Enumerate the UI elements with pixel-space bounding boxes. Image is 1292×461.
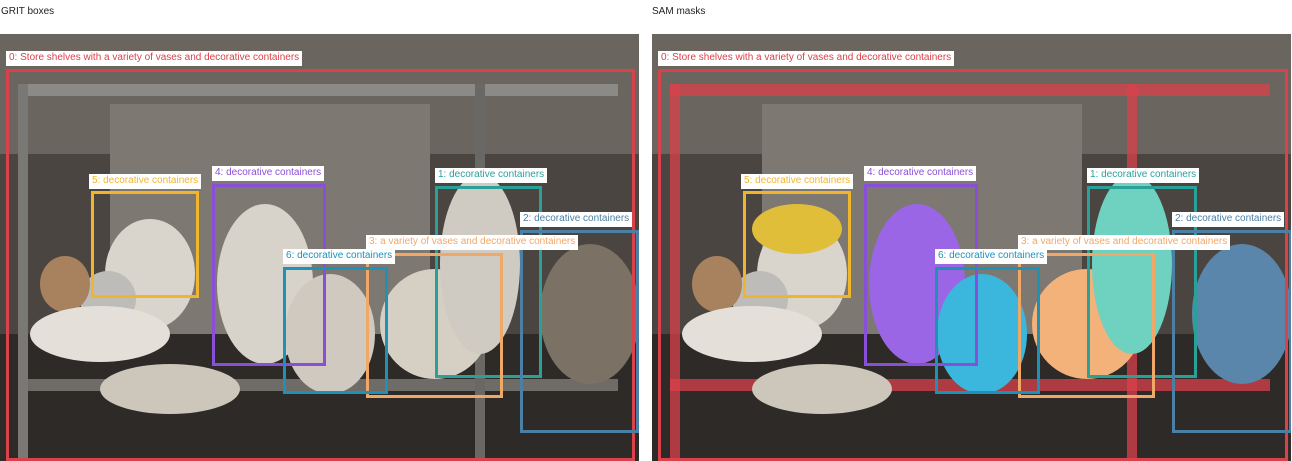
sam-label-6: 6: decorative containers (935, 249, 1048, 264)
grit-box-6 (283, 267, 388, 394)
grit-panel: 0: Store shelves with a variety of vases… (0, 34, 639, 461)
grit-label-0: 0: Store shelves with a variety of vases… (6, 51, 303, 66)
sam-panel: 0: Store shelves with a variety of vases… (652, 34, 1291, 461)
sam-label-1: 1: decorative containers (1087, 168, 1200, 183)
sam-box-2 (1172, 230, 1291, 433)
sam-label-5: 5: decorative containers (741, 174, 854, 189)
grit-label-4: 4: decorative containers (212, 166, 325, 181)
sam-box-6 (935, 267, 1040, 394)
panel-title-sam: SAM masks (652, 6, 706, 17)
sam-label-3: 3: a variety of vases and decorative con… (1018, 235, 1231, 250)
sam-label-0: 0: Store shelves with a variety of vases… (658, 51, 955, 66)
sam-box-5 (743, 191, 851, 298)
sam-label-4: 4: decorative containers (864, 166, 977, 181)
grit-box-2 (520, 230, 639, 433)
grit-label-1: 1: decorative containers (435, 168, 548, 183)
grit-box-5 (91, 191, 199, 298)
sam-label-2: 2: decorative containers (1172, 212, 1285, 227)
grit-label-5: 5: decorative containers (89, 174, 202, 189)
grit-label-6: 6: decorative containers (283, 249, 396, 264)
grit-label-2: 2: decorative containers (520, 212, 633, 227)
grit-label-3: 3: a variety of vases and decorative con… (366, 235, 579, 250)
panel-title-grit: GRIT boxes (1, 6, 55, 17)
